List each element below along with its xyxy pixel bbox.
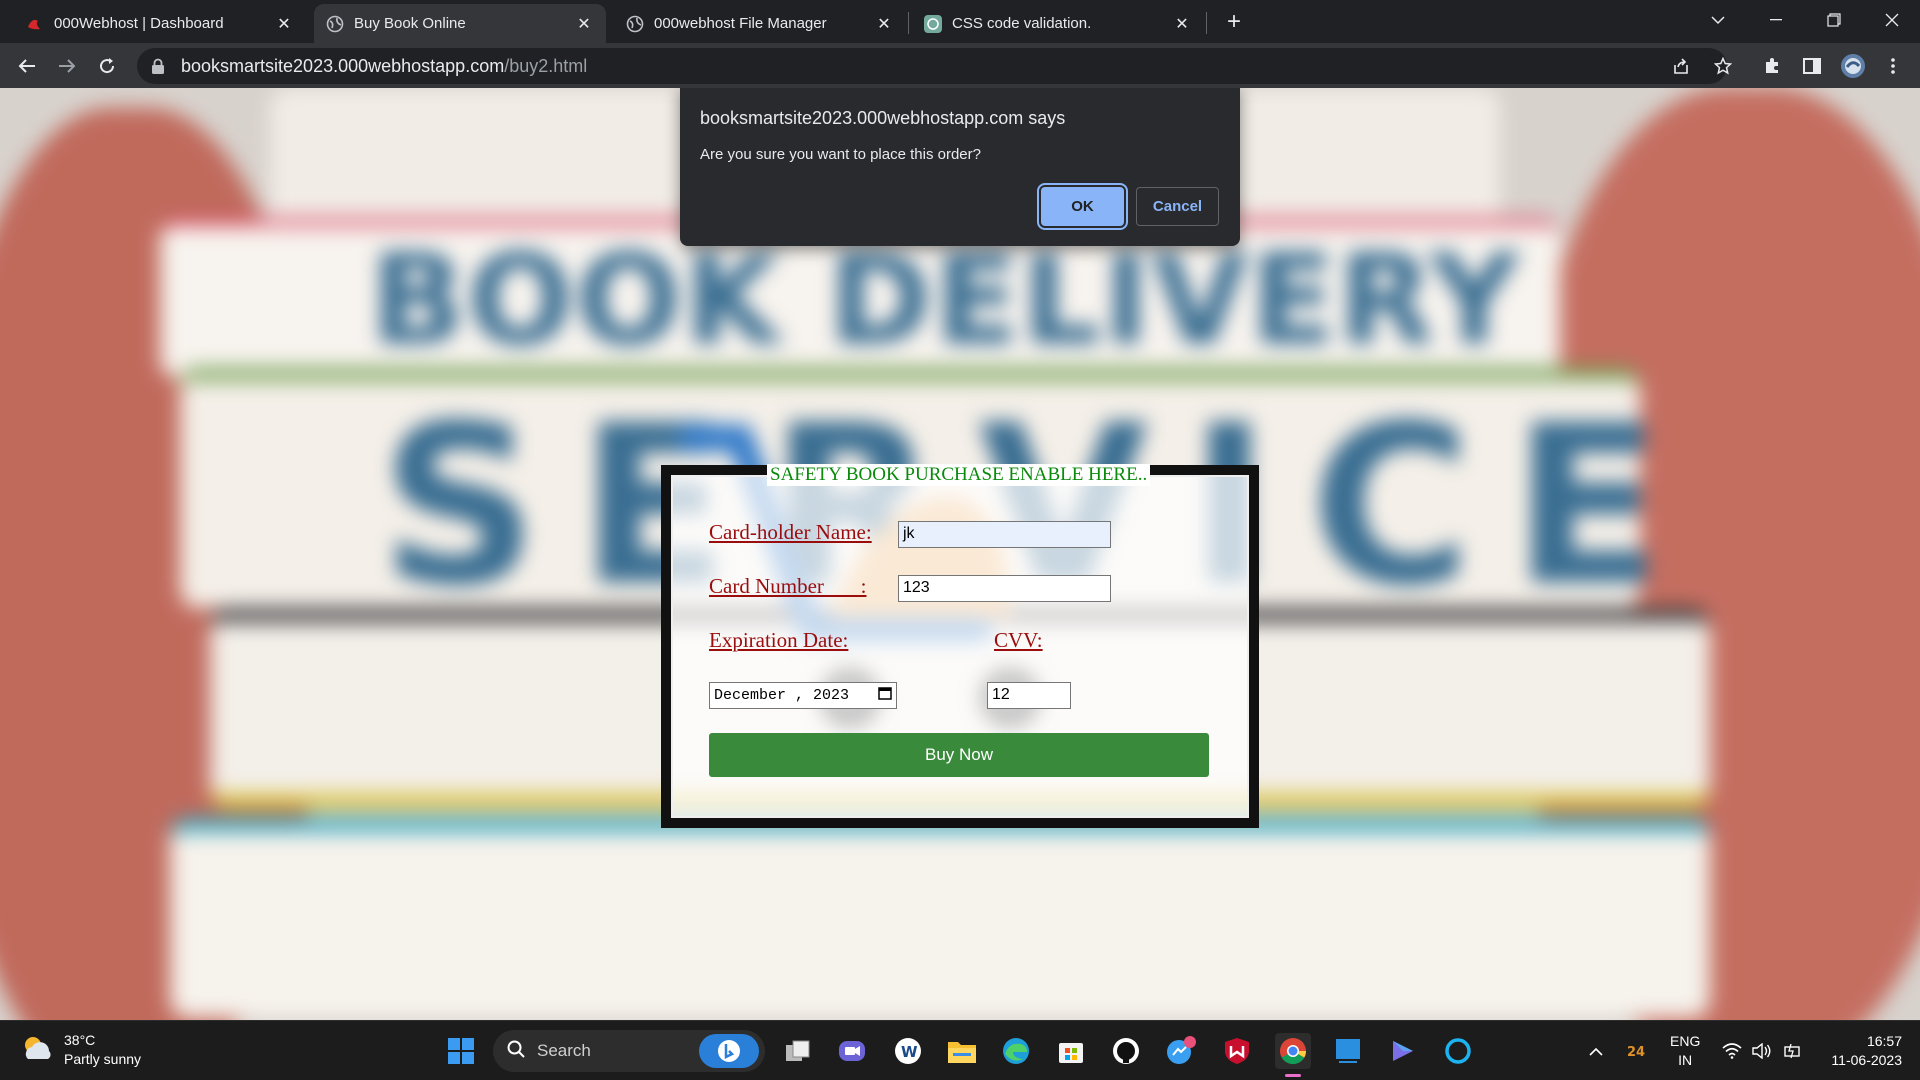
- browser-toolbar: booksmartsite2023.000webhostapp.com/buy2…: [0, 43, 1920, 88]
- dialog-message: Are you sure you want to place this orde…: [700, 146, 981, 163]
- new-tab-button[interactable]: +: [1220, 8, 1248, 36]
- search-icon: [507, 1040, 525, 1063]
- extensions-puzzle-icon[interactable]: [1755, 49, 1789, 83]
- url-host: booksmartsite2023.000webhostapp.com: [181, 55, 505, 76]
- tab-000webhost-dashboard[interactable]: 000Webhost | Dashboard ✕: [14, 4, 306, 43]
- task-view-icon[interactable]: [780, 1033, 816, 1069]
- search-label: Search: [537, 1041, 591, 1060]
- buy-now-button[interactable]: Buy Now: [709, 733, 1209, 777]
- file-explorer-icon[interactable]: [944, 1033, 980, 1069]
- tab-title: Buy Book Online: [354, 15, 466, 32]
- tab-buy-book-online[interactable]: Buy Book Online ✕: [314, 4, 606, 43]
- partly-sunny-icon: [20, 1033, 54, 1068]
- side-panel-icon[interactable]: [1795, 49, 1829, 83]
- clock-time: 16:57: [1866, 1033, 1902, 1049]
- weather-widget[interactable]: 38°C Partly sunny: [20, 1031, 141, 1069]
- back-arrow-icon[interactable]: [10, 49, 44, 83]
- bing-icon[interactable]: [699, 1034, 759, 1068]
- app-w-icon[interactable]: W: [890, 1033, 926, 1069]
- ok-button[interactable]: OK: [1037, 183, 1128, 230]
- confirm-dialog: booksmartsite2023.000webhostapp.com says…: [680, 88, 1240, 246]
- globe-icon: [326, 15, 344, 33]
- messenger-icon[interactable]: [1163, 1033, 1199, 1069]
- minimize-icon[interactable]: [1748, 0, 1804, 40]
- share-icon[interactable]: [1664, 49, 1698, 83]
- bookmark-star-icon[interactable]: [1706, 49, 1740, 83]
- cvv-input[interactable]: 12: [987, 682, 1071, 709]
- cancel-button[interactable]: Cancel: [1136, 187, 1219, 226]
- calendar-icon[interactable]: [878, 686, 892, 705]
- tab-separator: [1206, 12, 1207, 34]
- background-heading-line1: BOOK DELIVERY: [370, 228, 1522, 373]
- form-legend: SAFETY BOOK PURCHASE ENABLE HERE..: [767, 464, 1151, 486]
- web-page-content: BOOK DELIVERY SERVICE SAFETY BOOK PURCHA…: [0, 88, 1920, 1020]
- card-number-input[interactable]: 123: [898, 575, 1111, 602]
- close-tab-icon[interactable]: ✕: [274, 14, 294, 34]
- url-path: /buy2.html: [504, 55, 588, 76]
- more-menu-icon[interactable]: [1876, 49, 1910, 83]
- mcafee-shield-icon[interactable]: [1219, 1033, 1255, 1069]
- language-code: ENG: [1670, 1033, 1701, 1049]
- reload-icon[interactable]: [90, 49, 124, 83]
- tab-title: 000Webhost | Dashboard: [54, 15, 224, 32]
- tab-title: CSS code validation.: [952, 15, 1092, 32]
- tab-css-validation[interactable]: CSS code validation. ✕: [912, 4, 1204, 43]
- tab-separator: [908, 12, 909, 34]
- lock-icon[interactable]: [151, 58, 167, 74]
- battery-icon[interactable]: [1774, 1033, 1810, 1069]
- tray-app-icon[interactable]: 24: [1620, 1033, 1656, 1069]
- close-tab-icon[interactable]: ✕: [874, 14, 894, 34]
- close-tab-icon[interactable]: ✕: [1172, 14, 1192, 34]
- github-icon[interactable]: [1108, 1033, 1144, 1069]
- cvv-label: CVV:: [994, 628, 1043, 652]
- tray-chevron-up-icon[interactable]: [1578, 1033, 1614, 1069]
- expiration-date-input[interactable]: December , 2023: [709, 682, 897, 709]
- windows-start-icon[interactable]: [443, 1033, 479, 1069]
- svg-text:24: 24: [1627, 1045, 1645, 1058]
- edge-browser-icon[interactable]: [998, 1033, 1034, 1069]
- teams-chat-icon[interactable]: [834, 1033, 870, 1069]
- expiration-date-label: Expiration Date:: [709, 628, 849, 652]
- restore-icon[interactable]: [1806, 0, 1862, 40]
- tab-file-manager[interactable]: 000webhost File Manager ✕: [614, 4, 906, 43]
- cardholder-name-input[interactable]: jk: [898, 521, 1111, 548]
- windows-taskbar: 38°C Partly sunny Search W 24 ENG IN 16:…: [0, 1020, 1920, 1080]
- chatgpt-icon: [924, 14, 942, 33]
- cortana-ring-icon[interactable]: [1440, 1033, 1476, 1069]
- expiration-date-value: December , 2023: [714, 687, 850, 704]
- weather-temperature: 38°C: [64, 1032, 96, 1048]
- webhost-logo-icon: [26, 15, 44, 33]
- close-window-icon[interactable]: [1864, 0, 1920, 40]
- microsoft-store-icon[interactable]: [1053, 1033, 1089, 1069]
- profile-avatar-icon[interactable]: [1836, 49, 1870, 83]
- close-tab-icon[interactable]: ✕: [574, 14, 594, 34]
- weather-description: Partly sunny: [64, 1051, 142, 1067]
- browser-tab-strip: 000Webhost | Dashboard ✕ Buy Book Online…: [0, 0, 1920, 43]
- media-app-icon[interactable]: [1385, 1033, 1421, 1069]
- address-bar[interactable]: booksmartsite2023.000webhostapp.com/buy2…: [137, 48, 1727, 84]
- purchase-form-panel: SAFETY BOOK PURCHASE ENABLE HERE.. Card-…: [661, 464, 1259, 828]
- cardholder-name-label: Card-holder Name:: [709, 520, 872, 544]
- tab-search-chevron-icon[interactable]: [1690, 0, 1746, 40]
- card-number-label: Card Number :: [709, 574, 867, 598]
- taskbar-search-box[interactable]: Search: [493, 1030, 765, 1072]
- clock-date: 11-06-2023: [1831, 1052, 1902, 1068]
- dialog-title: booksmartsite2023.000webhostapp.com says: [700, 108, 1066, 128]
- language-indicator[interactable]: ENG IN: [1670, 1032, 1700, 1070]
- taskbar-clock[interactable]: 16:57 11-06-2023: [1808, 1032, 1902, 1070]
- svg-text:W: W: [901, 1043, 918, 1061]
- forward-arrow-icon[interactable]: [50, 49, 84, 83]
- app-blue-icon[interactable]: [1330, 1033, 1366, 1069]
- globe-icon: [626, 15, 644, 33]
- language-region: IN: [1678, 1052, 1693, 1068]
- chrome-icon[interactable]: [1275, 1033, 1311, 1077]
- tab-title: 000webhost File Manager: [654, 15, 827, 32]
